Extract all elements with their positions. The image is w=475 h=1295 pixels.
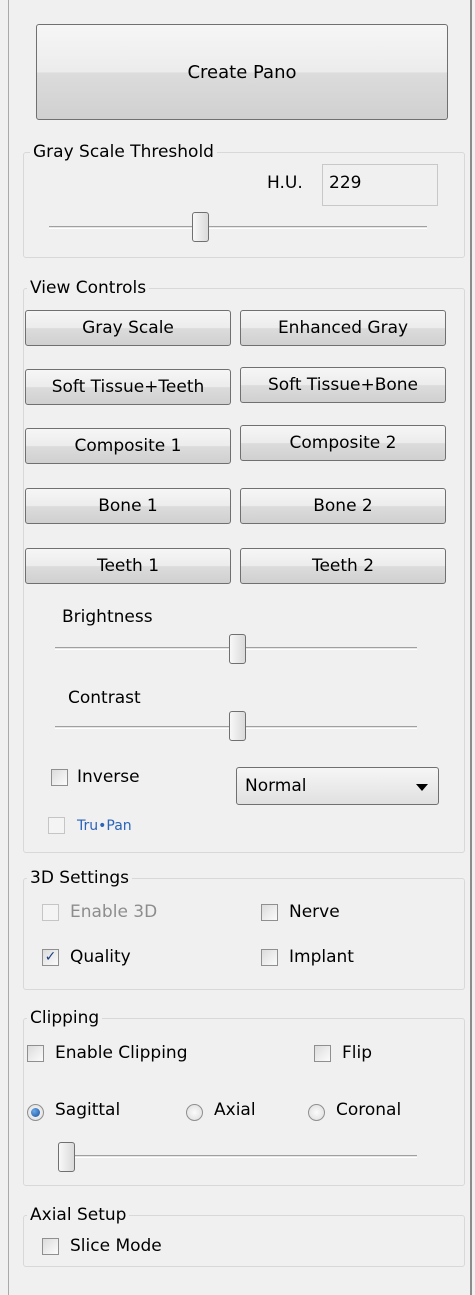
mode-select[interactable]: Normal bbox=[236, 767, 439, 805]
clipping-slider-track[interactable] bbox=[59, 1155, 417, 1158]
contrast-label: Contrast bbox=[68, 688, 141, 708]
enable-clipping-checkbox[interactable] bbox=[27, 1045, 44, 1062]
inverse-checkbox[interactable] bbox=[51, 769, 68, 786]
chevron-down-icon bbox=[416, 784, 428, 791]
brightness-label: Brightness bbox=[62, 607, 153, 627]
threshold-group-title: Gray Scale Threshold bbox=[30, 142, 217, 162]
brightness-slider-thumb[interactable] bbox=[229, 634, 246, 664]
checkmark-icon: ✓ bbox=[44, 949, 57, 965]
coronal-label: Coronal bbox=[336, 1100, 402, 1120]
hu-value-field[interactable]: 229 bbox=[322, 164, 438, 206]
view-controls-title: View Controls bbox=[27, 278, 150, 298]
soft-tissue-bone-button[interactable]: Soft Tissue+Bone bbox=[240, 367, 446, 403]
flip-checkbox[interactable] bbox=[314, 1045, 331, 1062]
enhanced-gray-button[interactable]: Enhanced Gray bbox=[240, 310, 446, 346]
slice-mode-label: Slice Mode bbox=[70, 1236, 162, 1256]
create-pano-button[interactable]: Create Pano bbox=[36, 24, 448, 120]
coronal-radio[interactable] bbox=[308, 1104, 325, 1121]
nerve-label: Nerve bbox=[289, 902, 340, 922]
enable-clipping-label: Enable Clipping bbox=[55, 1043, 188, 1063]
trupan-logo: Tru•Pan bbox=[77, 818, 132, 834]
contrast-slider-thumb[interactable] bbox=[229, 711, 246, 741]
3d-settings-group bbox=[23, 878, 465, 990]
implant-checkbox[interactable] bbox=[261, 949, 278, 966]
inverse-label: Inverse bbox=[77, 767, 140, 787]
trupan-checkbox[interactable] bbox=[48, 817, 65, 834]
clipping-slider-thumb[interactable] bbox=[58, 1142, 75, 1172]
threshold-slider-track[interactable] bbox=[49, 226, 427, 229]
sagittal-radio[interactable] bbox=[27, 1104, 44, 1121]
bone-1-button[interactable]: Bone 1 bbox=[25, 488, 231, 524]
quality-label: Quality bbox=[70, 947, 131, 967]
slice-mode-checkbox[interactable] bbox=[42, 1238, 59, 1255]
implant-label: Implant bbox=[289, 947, 354, 967]
sagittal-label: Sagittal bbox=[55, 1100, 121, 1120]
mode-select-value: Normal bbox=[245, 776, 307, 796]
hu-label: H.U. bbox=[267, 173, 303, 193]
threshold-slider-thumb[interactable] bbox=[192, 212, 209, 242]
control-panel: Create Pano Gray Scale Threshold H.U. 22… bbox=[8, 0, 472, 1295]
teeth-1-button[interactable]: Teeth 1 bbox=[25, 548, 231, 584]
gray-scale-button[interactable]: Gray Scale bbox=[25, 310, 231, 346]
quality-checkbox[interactable]: ✓ bbox=[42, 949, 59, 966]
composite-1-button[interactable]: Composite 1 bbox=[25, 428, 231, 464]
axial-label: Axial bbox=[214, 1100, 256, 1120]
teeth-2-button[interactable]: Teeth 2 bbox=[240, 548, 446, 584]
enable-3d-label: Enable 3D bbox=[70, 902, 158, 922]
axial-setup-title: Axial Setup bbox=[27, 1205, 130, 1225]
nerve-checkbox[interactable] bbox=[261, 904, 278, 921]
soft-tissue-teeth-button[interactable]: Soft Tissue+Teeth bbox=[25, 369, 231, 405]
composite-2-button[interactable]: Composite 2 bbox=[240, 425, 446, 461]
clipping-title: Clipping bbox=[27, 1008, 103, 1028]
3d-settings-title: 3D Settings bbox=[27, 868, 133, 888]
enable-3d-checkbox[interactable] bbox=[42, 904, 59, 921]
bone-2-button[interactable]: Bone 2 bbox=[240, 488, 446, 524]
flip-label: Flip bbox=[342, 1043, 373, 1063]
axial-radio[interactable] bbox=[186, 1104, 203, 1121]
